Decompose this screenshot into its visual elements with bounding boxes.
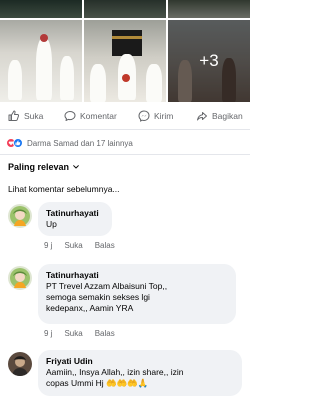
comment-time: 9 j — [44, 329, 53, 338]
comment-time: 9 j — [44, 241, 53, 250]
comment-author[interactable]: Tatinurhayati — [46, 207, 104, 219]
reaction-summary[interactable]: Darma Samad dan 17 lainnya — [6, 138, 133, 148]
comment-like-link[interactable]: Suka — [64, 329, 82, 338]
comment-text-line: semoga semakin sekses lgi — [46, 292, 150, 302]
photo-more[interactable]: +3 — [168, 20, 250, 102]
avatar[interactable] — [8, 352, 32, 376]
photo-top-right[interactable] — [168, 0, 250, 18]
photo-pilgrims-left[interactable] — [0, 20, 82, 102]
avatar[interactable] — [8, 204, 32, 228]
photo-top-middle[interactable] — [84, 0, 166, 18]
comment-reply-link[interactable]: Balas — [95, 329, 115, 338]
comment-like-link[interactable]: Suka — [64, 241, 82, 250]
comment-text: Up — [46, 219, 57, 229]
like-reaction-icon — [13, 138, 23, 148]
comment-bubble[interactable]: Tatinurhayati Up — [38, 202, 112, 236]
comment-author[interactable]: Tatinurhayati — [46, 269, 228, 281]
comment-bubble-icon — [64, 111, 76, 121]
comment-bubble[interactable]: Tatinurhayati PT Trevel Azzam Albaisuni … — [38, 264, 236, 324]
like-button[interactable]: Suka — [8, 110, 43, 122]
comment-text-line: Aamiin,, Insya Allah,, izin share,, izin — [46, 367, 184, 377]
share-label: Bagikan — [212, 111, 243, 121]
thumbs-up-icon — [8, 110, 20, 121]
comment-label: Komentar — [80, 111, 117, 121]
comment-meta: 9 j Suka Balas — [44, 241, 127, 250]
sort-label: Paling relevan — [8, 162, 70, 172]
divider — [0, 154, 250, 155]
messenger-icon — [138, 110, 150, 122]
comment-button[interactable]: Komentar — [64, 110, 117, 122]
share-button[interactable]: Bagikan — [196, 110, 243, 122]
comment-sort-dropdown[interactable]: Paling relevan — [8, 162, 80, 172]
comment-bubble[interactable]: Friyati Udin Aamiin,, Insya Allah,, izin… — [38, 350, 242, 396]
comment-meta: 9 j Suka Balas — [44, 329, 127, 338]
photo-kaaba[interactable] — [84, 20, 166, 102]
comment-reply-link[interactable]: Balas — [95, 241, 115, 250]
divider — [0, 129, 250, 130]
comment-text-line: PT Trevel Azzam Albaisuni Top,, — [46, 281, 168, 291]
avatar-image — [8, 204, 32, 228]
avatar-image — [8, 352, 32, 376]
photo-top-left[interactable] — [0, 0, 82, 18]
like-label: Suka — [24, 111, 44, 121]
share-arrow-icon — [197, 112, 207, 121]
more-photos-count: +3 — [199, 51, 219, 70]
comment-author[interactable]: Friyati Udin — [46, 355, 234, 367]
view-previous-comments-link[interactable]: Lihat komentar sebelumnya... — [8, 184, 120, 194]
avatar[interactable] — [8, 266, 32, 290]
more-photos-overlay[interactable]: +3 — [168, 20, 250, 102]
comment-text-line: kedepanx,, Aamin YRA — [46, 303, 134, 313]
post-action-bar: Suka Komentar Kirim Bagikan — [0, 104, 250, 128]
send-button[interactable]: Kirim — [138, 110, 173, 122]
avatar-image — [8, 266, 32, 290]
photo-grid: +3 — [0, 0, 250, 102]
comment-text-line: copas Ummi Hj 🤲🤲🤲🙏 — [46, 378, 149, 388]
send-label: Kirim — [154, 111, 174, 121]
chevron-down-icon — [73, 165, 79, 169]
reaction-summary-text: Darma Samad dan 17 lainnya — [27, 138, 133, 148]
